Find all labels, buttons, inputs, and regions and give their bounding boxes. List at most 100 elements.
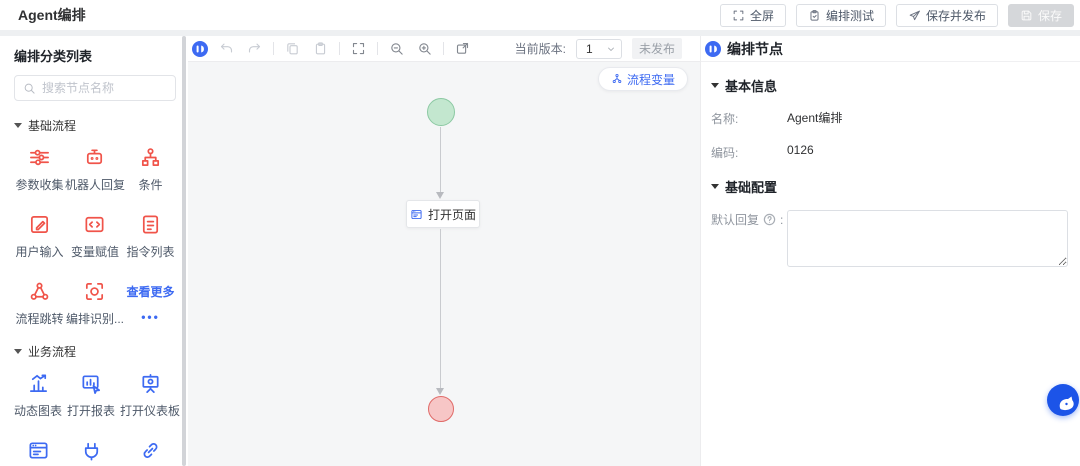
open-dashboard-icon [139,372,162,395]
code-value: 0126 [787,143,814,157]
assistant-widget[interactable] [1047,384,1079,416]
new-window-button[interactable] [453,39,472,58]
orchestration-test-button-label: 编排测试 [825,8,874,23]
chevron-down-icon [711,184,719,189]
palette-item-label: 打开报表 [67,404,116,418]
palette-item-open-page[interactable]: 打开页面 [14,439,62,466]
version-select-value: 1 [585,41,593,56]
command-list-icon [139,213,162,236]
flow-canvas[interactable]: 流程变量 打开页面 [188,62,700,466]
palette-item-open-report[interactable]: 打开报表 [62,372,120,419]
dynamic-chart-icon [27,372,50,395]
view-more-button[interactable]: 查看更多 ••• [125,280,176,327]
name-label: 名称: [711,112,739,126]
default-reply-label-group: 默认回复 : [711,210,787,228]
edge-arrowhead-icon [436,192,444,199]
name-value: Agent编排 [787,111,843,125]
business-flow-grid: 动态图表 打开报表 打开仪表板 打开页面 调用内部... 调用透传... [14,372,180,466]
palette-scrollbar[interactable] [182,36,186,466]
version-select[interactable]: 1 [575,38,622,59]
search-input[interactable] [42,81,167,95]
help-icon[interactable] [763,213,776,226]
copy-button[interactable] [283,39,302,58]
inspector-body: 基本信息 名称: Agent编排 编码: 0126 基础配置 默认回复 : [701,62,1080,291]
node-search[interactable] [14,75,176,101]
basic-config-section-header[interactable]: 基础配置 [711,177,1070,196]
node-palette-panel: 编排分类列表 基础流程 参数收集 机器人回复 条件 用户输入 [0,36,188,466]
collapse-panel-icon [705,40,721,57]
palette-item-label: 流程跳转 [15,312,64,326]
toolbar-divider [443,42,444,55]
inspector-title: 编排节点 [727,40,783,57]
save-icon [1020,9,1033,22]
palette-item-params-collect[interactable]: 参数收集 [14,146,65,193]
section-basic-flow-label: 基础流程 [28,119,77,133]
copy-icon [285,41,300,56]
palette-item-call-passthrough[interactable]: 调用透传... [120,439,180,466]
flow-node-open-page[interactable]: 打开页面 [406,200,480,228]
undo-button[interactable] [217,39,236,58]
palette-item-condition[interactable]: 条件 [125,146,176,193]
collapse-right-panel-button[interactable] [705,40,721,57]
orchestration-test-button[interactable]: 编排测试 [795,3,886,27]
params-collect-icon [28,146,51,169]
zoom-in-icon [417,41,432,56]
collapse-panel-icon [192,40,208,57]
fullscreen-icon [732,9,745,22]
inspector-header: 编排节点 [701,36,1080,62]
palette-item-dynamic-chart[interactable]: 动态图表 [14,372,62,419]
fullscreen-button[interactable]: 全屏 [719,3,786,27]
palette-item-variable-assign[interactable]: 变量赋值 [65,213,125,260]
fit-screen-button[interactable] [349,39,368,58]
assistant-icon [1051,388,1075,412]
save-and-publish-button[interactable]: 保存并发布 [895,3,998,27]
call-internal-icon [80,439,103,462]
palette-item-label: 编排识别... [65,312,124,326]
edge-arrowhead-icon [436,388,444,395]
flow-variables-button[interactable]: 流程变量 [597,67,688,91]
section-business-flow-label: 业务流程 [28,345,77,359]
recognition-icon [83,280,106,303]
search-icon [23,82,36,95]
palette-item-flow-jump[interactable]: 流程跳转 [14,280,65,327]
section-basic-flow-header[interactable]: 基础流程 [14,117,176,134]
toolbar-divider [377,42,378,55]
name-field-row: 名称: Agent编排 [711,109,1070,127]
palette-item-label: 机器人回复 [64,178,125,192]
palette-item-open-dashboard[interactable]: 打开仪表板 [120,372,180,419]
default-reply-textarea[interactable] [787,210,1068,267]
fit-screen-icon [351,41,366,56]
save-button[interactable]: 保存 [1007,3,1074,27]
palette-item-label: 打开仪表板 [120,404,181,418]
section-business-flow-header[interactable]: 业务流程 [14,343,176,360]
palette-item-recognition[interactable]: 编排识别... [65,280,125,327]
palette-item-label: 指令列表 [126,245,175,259]
basic-info-section-title: 基本信息 [725,79,778,94]
open-page-icon [410,208,423,221]
flow-node-end[interactable] [428,396,454,422]
robot-reply-icon [83,146,106,169]
undo-icon [219,41,234,56]
flow-node-start[interactable] [427,98,455,126]
palette-item-user-input[interactable]: 用户输入 [14,213,65,260]
palette-item-label: 条件 [138,178,163,192]
current-version-label: 当前版本: [514,42,566,56]
chevron-down-icon [14,123,22,128]
paste-button[interactable] [311,39,330,58]
open-report-icon [80,372,103,395]
default-reply-colon: : [780,212,784,227]
redo-button[interactable] [245,39,264,58]
zoom-out-button[interactable] [387,39,406,58]
zoom-in-button[interactable] [415,39,434,58]
toolbar-divider [339,42,340,55]
collapse-left-panel-button[interactable] [192,40,208,57]
palette-item-call-internal[interactable]: 调用内部... [62,439,120,466]
flow-canvas-region: 当前版本: 1 未发布 流程变量 打开页面 [188,36,700,466]
palette-item-robot-reply[interactable]: 机器人回复 [65,146,125,193]
code-label: 编码: [711,146,739,160]
palette-item-label: 参数收集 [15,178,64,192]
basic-info-section-header[interactable]: 基本信息 [711,76,1070,95]
palette-item-command-list[interactable]: 指令列表 [125,213,176,260]
palette-item-label: 用户输入 [15,245,64,259]
page-title: Agent编排 [18,7,86,23]
